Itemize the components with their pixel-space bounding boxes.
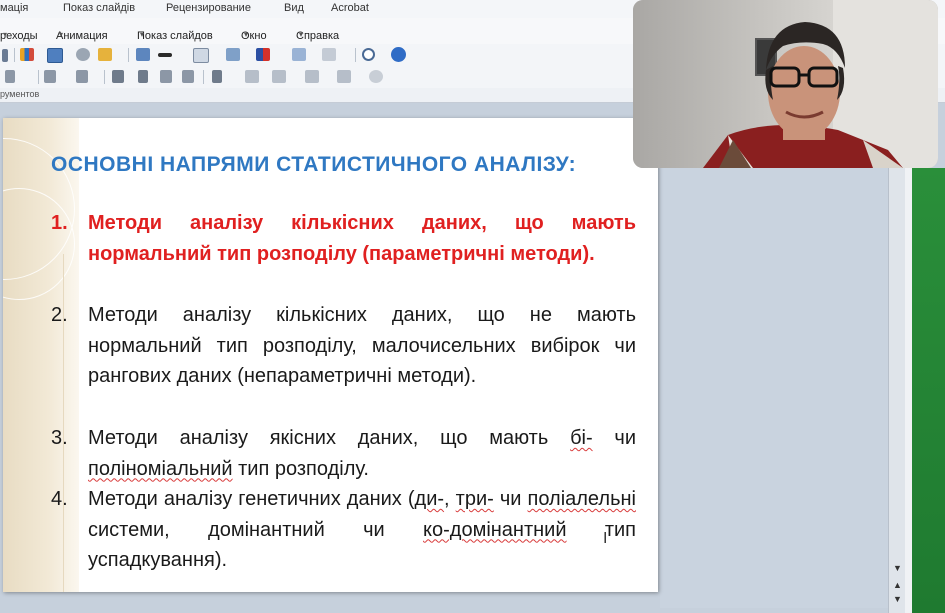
window-edge: [905, 168, 945, 613]
shapes-icon[interactable]: [272, 70, 286, 83]
align-icon[interactable]: [160, 70, 172, 83]
text-cursor-icon: I: [603, 530, 608, 547]
separator: [203, 70, 204, 84]
line-icon[interactable]: [158, 53, 172, 57]
separator: [38, 70, 39, 84]
text-icon[interactable]: [212, 70, 222, 83]
separator: [355, 48, 356, 62]
separator: [104, 70, 105, 84]
shapes-icon[interactable]: [369, 70, 383, 83]
tab-acrobat[interactable]: Acrobat: [331, 2, 369, 14]
workspace-right-area: [660, 168, 888, 608]
tab-slideshow[interactable]: Показ слайдів: [63, 2, 135, 14]
cut-icon[interactable]: [2, 49, 8, 62]
shapes-icon[interactable]: [245, 70, 259, 83]
slide-title: ОСНОВНІ НАПРЯМИ СТАТИСТИЧНОГО АНАЛІЗУ:: [51, 153, 577, 176]
webcam-overlay: [633, 0, 938, 168]
shapes-icon[interactable]: [337, 70, 351, 83]
tab-animation[interactable]: мація: [0, 2, 28, 14]
align-icon[interactable]: [182, 70, 194, 83]
bullets-icon[interactable]: [76, 70, 88, 83]
color-icon[interactable]: [256, 48, 270, 61]
grid-icon[interactable]: [136, 48, 150, 61]
separator: [14, 48, 15, 62]
slide-canvas[interactable]: ОСНОВНІ НАПРЯМИ СТАТИСТИЧНОГО АНАЛІЗУ: 1…: [3, 118, 658, 592]
scroll-down-icon[interactable]: ▼: [893, 563, 902, 573]
tab-review[interactable]: Рецензирование: [166, 2, 251, 14]
table-icon[interactable]: [47, 48, 63, 63]
tab-view[interactable]: Вид: [284, 2, 304, 14]
zoom-icon[interactable]: [362, 48, 375, 61]
print-icon[interactable]: [322, 48, 336, 61]
slide-decoration: [3, 118, 79, 592]
font-size-icon[interactable]: [112, 70, 124, 83]
bullets-icon[interactable]: [44, 70, 56, 83]
webcam-person: [703, 22, 903, 168]
layout-icon[interactable]: [226, 48, 240, 61]
next-slide-icon[interactable]: ▼: [893, 594, 902, 604]
separator: [128, 48, 129, 62]
shapes-icon[interactable]: [305, 70, 319, 83]
font-size-icon[interactable]: [138, 70, 148, 83]
help-icon[interactable]: [391, 47, 406, 62]
align-icon[interactable]: [5, 70, 15, 83]
chart-icon[interactable]: [20, 48, 34, 61]
folder-icon[interactable]: [98, 48, 112, 61]
new-slide-icon[interactable]: [193, 48, 209, 63]
copy-icon[interactable]: [292, 48, 306, 61]
clipart-icon[interactable]: [76, 48, 90, 61]
vertical-scrollbar[interactable]: ▼ ▲ ▼: [888, 168, 906, 613]
prev-slide-icon[interactable]: ▲: [893, 580, 902, 590]
